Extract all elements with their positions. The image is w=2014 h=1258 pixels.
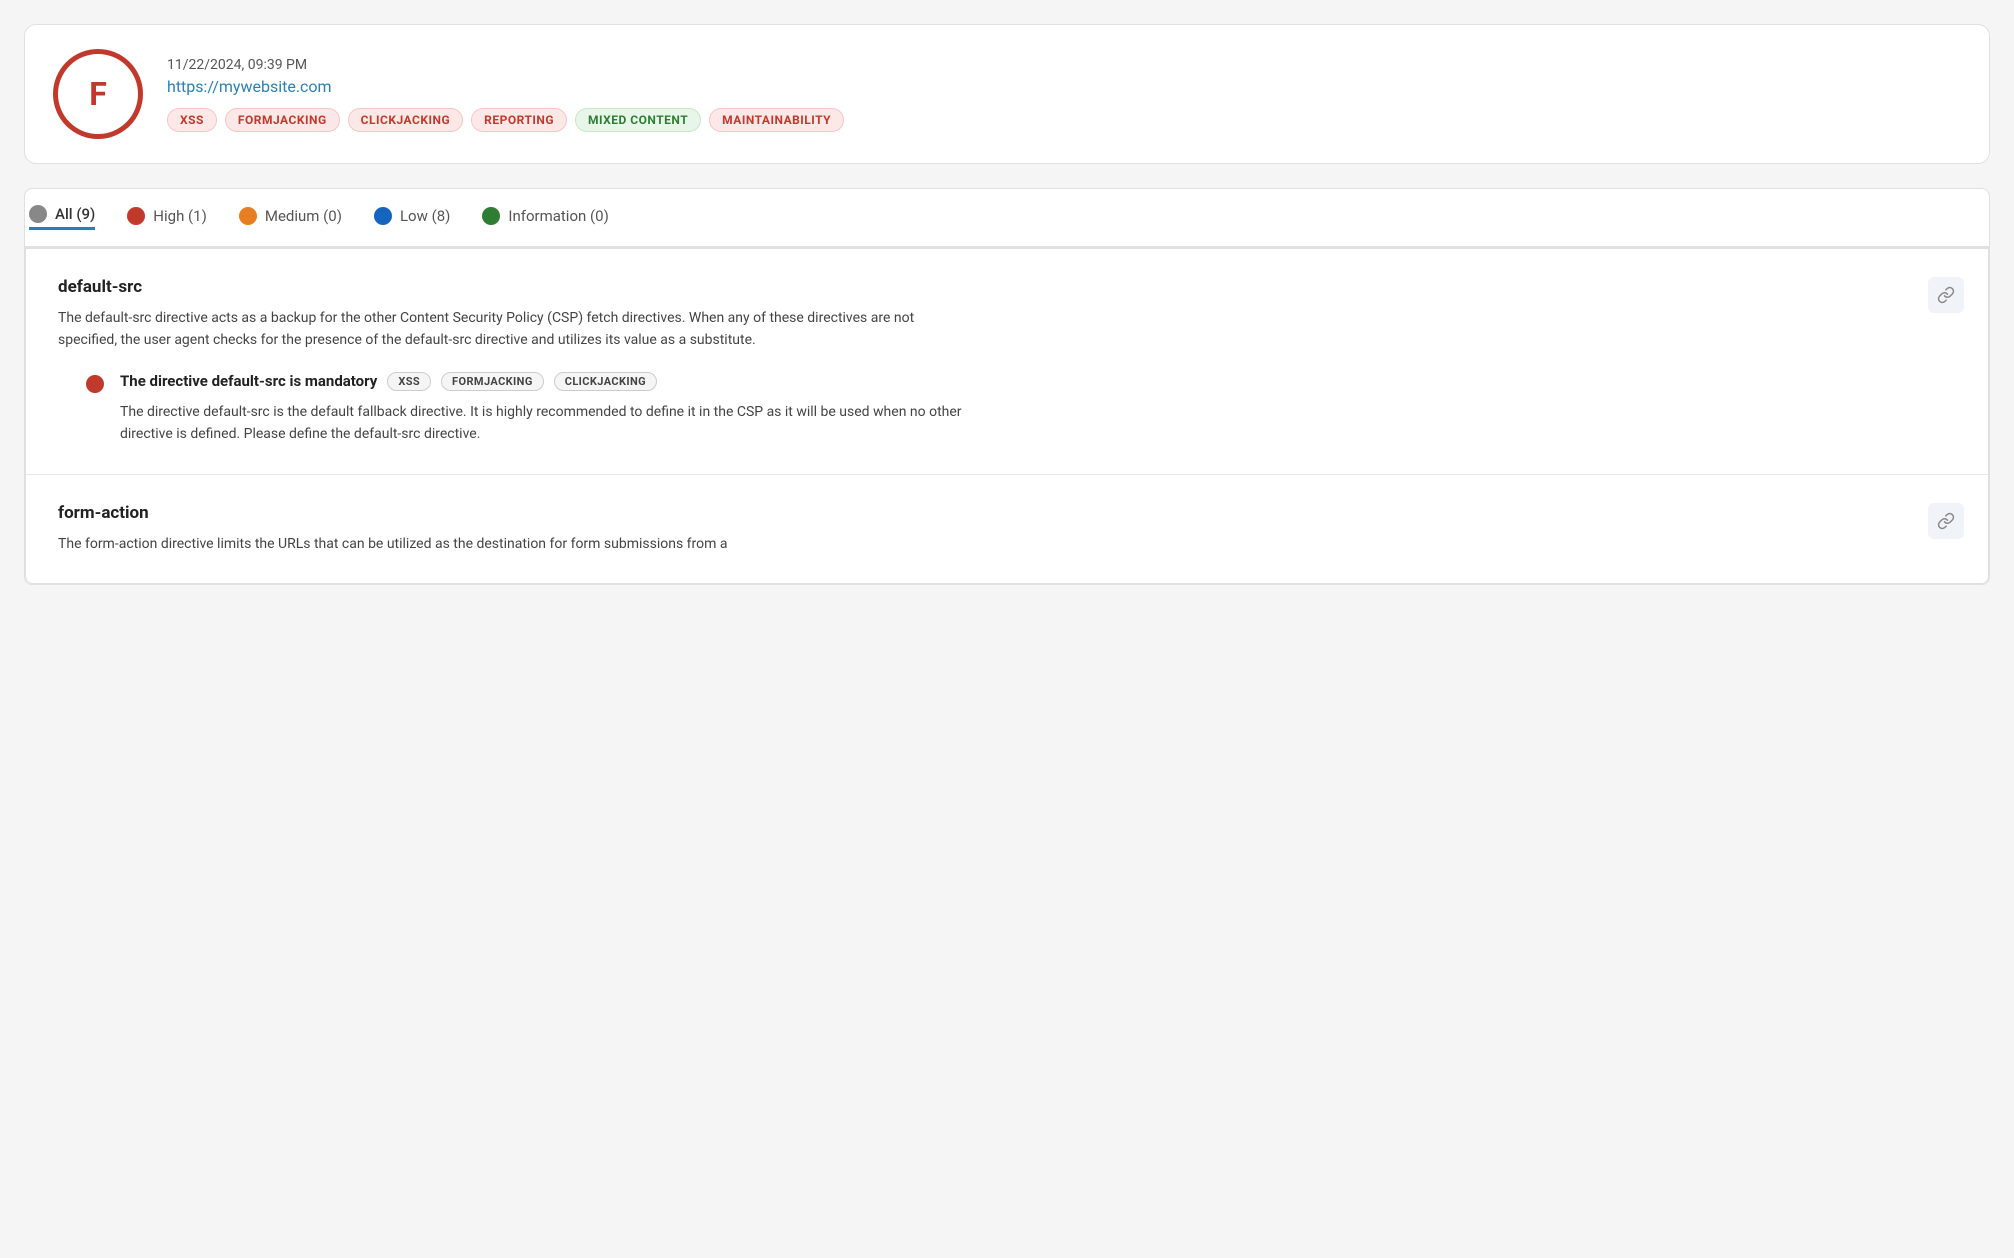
tag-clickjacking: CLICKJACKING	[348, 108, 464, 132]
filter-label-medium: Medium (0)	[265, 207, 342, 225]
header-card: F 11/22/2024, 09:39 PM https://mywebsite…	[24, 24, 1990, 164]
directive-desc: The form-action directive limits the URL…	[58, 533, 958, 555]
filter-bar: All (9) High (1) Medium (0) Low (8) Informat…	[25, 189, 1989, 248]
tag-maintainability: MAINTAINABILITY	[709, 108, 844, 132]
directive-desc: The default-src directive acts as a back…	[58, 307, 958, 352]
filter-all[interactable]: All (9)	[29, 205, 95, 230]
filter-medium[interactable]: Medium (0)	[239, 207, 342, 229]
card-url[interactable]: https://mywebsite.com	[167, 77, 1961, 96]
finding-content: The directive default-src is mandatory X…	[120, 372, 1956, 446]
finding-title-row: The directive default-src is mandatory X…	[120, 372, 1956, 391]
severity-dot-high	[86, 375, 104, 393]
dot-medium	[239, 207, 257, 225]
tags-container: XSS FORMJACKING CLICKJACKING REPORTING MIXED…	[167, 108, 1961, 132]
directive-title: default-src	[58, 277, 1956, 297]
grade-letter: F	[89, 75, 107, 113]
filter-high[interactable]: High (1)	[127, 207, 207, 229]
filter-information[interactable]: Information (0)	[482, 207, 608, 229]
finding-desc: The directive default-src is the default…	[120, 401, 980, 446]
main-content-wrapper: All (9) High (1) Medium (0) Low (8) Informat…	[24, 188, 1990, 585]
filter-label-high: High (1)	[153, 207, 207, 225]
tag-xss: XSS	[167, 108, 217, 132]
content-area: default-src The default-src directive ac…	[25, 248, 1989, 584]
grade-circle: F	[53, 49, 143, 139]
link-icon	[1937, 286, 1955, 304]
directive-title: form-action	[58, 503, 1956, 523]
tag-reporting: REPORTING	[471, 108, 567, 132]
card-timestamp: 11/22/2024, 09:39 PM	[167, 57, 1961, 73]
tag-formjacking: FORMJACKING	[225, 108, 340, 132]
finding-title: The directive default-src is mandatory	[120, 372, 377, 390]
finding-tag: CLICKJACKING	[554, 372, 657, 391]
tag-mixed-content: MIXED CONTENT	[575, 108, 701, 132]
link-icon	[1937, 512, 1955, 530]
dot-all	[29, 205, 47, 223]
finding-tag: XSS	[387, 372, 431, 391]
dot-high	[127, 207, 145, 225]
filter-label-low: Low (8)	[400, 207, 450, 225]
directive-block-default-src: default-src The default-src directive ac…	[26, 249, 1988, 475]
link-button[interactable]	[1928, 503, 1964, 539]
link-button[interactable]	[1928, 277, 1964, 313]
filter-label-information: Information (0)	[508, 207, 608, 225]
filter-label-all: All (9)	[55, 205, 95, 223]
card-info: 11/22/2024, 09:39 PM https://mywebsite.c…	[167, 57, 1961, 132]
finding-block: The directive default-src is mandatory X…	[58, 372, 1956, 446]
filter-low[interactable]: Low (8)	[374, 207, 450, 229]
dot-low	[374, 207, 392, 225]
finding-tag: FORMJACKING	[441, 372, 544, 391]
directive-block-form-action: form-action The form-action directive li…	[26, 475, 1988, 583]
dot-information	[482, 207, 500, 225]
